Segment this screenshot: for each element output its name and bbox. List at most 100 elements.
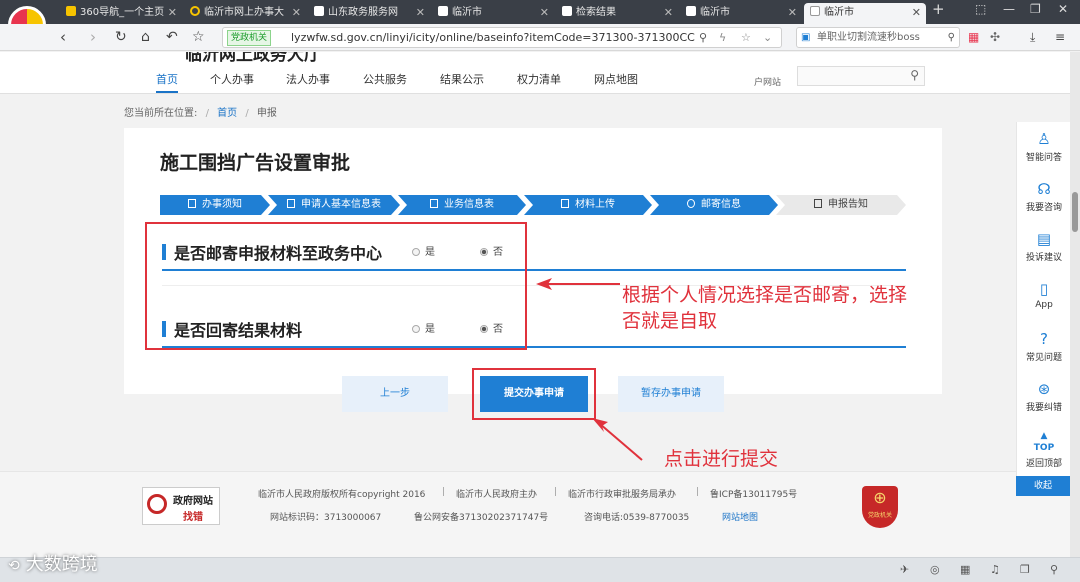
apps-icon[interactable]: ▦ xyxy=(968,28,979,46)
account-hint[interactable]: 户网站 xyxy=(754,75,781,88)
sound-icon[interactable]: ♫ xyxy=(990,563,1000,576)
speed-icon[interactable]: ◎ xyxy=(930,563,940,576)
undo-close-icon[interactable]: ↶ xyxy=(166,28,178,46)
window-icon[interactable]: ❐ xyxy=(1020,563,1030,576)
submit-application-button[interactable]: 提交办事申请 xyxy=(480,376,588,412)
tab-search-results[interactable]: 检索结果 ✕ xyxy=(556,3,678,24)
step-declaration[interactable]: 申报告知 xyxy=(776,195,906,215)
site-title[interactable]: 临沂网上政务大厅 xyxy=(185,52,321,65)
close-icon[interactable]: ✕ xyxy=(788,3,797,23)
sidebar-correction[interactable]: ⊛ 我要纠错 xyxy=(1017,380,1070,413)
icp-text[interactable]: 鲁ICP备13011795号 xyxy=(710,487,797,500)
grid-icon[interactable]: ▦ xyxy=(960,563,970,576)
browser-search-box[interactable]: ▣ 单职业切割流速秒boss ⚲ xyxy=(796,27,960,48)
step-label: 业务信息表 xyxy=(444,199,494,210)
site-search-input[interactable]: ⚲ xyxy=(797,66,925,86)
sidebar-faq[interactable]: ? 常见问题 xyxy=(1017,330,1070,363)
sidebar-app[interactable]: ▯ App xyxy=(1017,280,1070,310)
sidebar-complaint[interactable]: ▤ 投诉建议 xyxy=(1017,230,1070,263)
close-icon[interactable]: ✕ xyxy=(540,3,549,23)
close-icon[interactable]: ✕ xyxy=(292,3,301,23)
sidebar-collapse-button[interactable]: 收起 xyxy=(1016,476,1070,496)
close-icon[interactable]: ✕ xyxy=(664,3,673,23)
home-icon[interactable]: ⌂ xyxy=(141,28,150,46)
download-icon[interactable]: ⤓ xyxy=(1030,28,1035,46)
close-icon[interactable]: ✕ xyxy=(168,3,177,23)
url-text[interactable]: lyzwfw.sd.gov.cn/linyi/icity/online/base… xyxy=(291,28,695,47)
magnifier-icon xyxy=(147,494,167,514)
browser-status-bar: ✈ ◎ ▦ ♫ ❐ ⚲ xyxy=(0,557,1080,582)
shirt-icon[interactable]: ⬚ xyxy=(975,2,986,16)
tab-linyi-service[interactable]: 临沂市网上办事大 ✕ xyxy=(184,3,306,24)
badge-text: 政府网站 xyxy=(173,496,213,507)
new-tab-icon[interactable]: + xyxy=(932,0,945,18)
tab-label: 临沂市网上办事大 xyxy=(204,7,284,18)
search-icon[interactable]: ⚲ xyxy=(910,68,919,82)
step-notice[interactable]: 办事须知 xyxy=(160,195,270,215)
tab-label: 临沂市 xyxy=(824,7,854,18)
bookmark-star-icon[interactable]: ☆ xyxy=(192,28,205,46)
page-scrollbar[interactable] xyxy=(1070,52,1080,557)
accelerate-icon[interactable]: ✈ xyxy=(900,563,909,576)
nav-home[interactable]: 首页 xyxy=(156,71,178,93)
form-icon xyxy=(430,199,438,208)
sidebar-back-to-top[interactable]: ▲ TOP 返回顶部 xyxy=(1017,430,1070,469)
nav-map[interactable]: 网点地图 xyxy=(594,71,638,87)
sidebar-consult[interactable]: ☊ 我要咨询 xyxy=(1017,180,1070,213)
zoom-icon[interactable]: ⚲ xyxy=(699,28,707,47)
sidebar-smart-qa[interactable]: ♙ 智能问答 xyxy=(1017,130,1070,163)
step-mail-info[interactable]: 邮寄信息 xyxy=(650,195,778,215)
question-icon: ? xyxy=(1040,330,1048,348)
page-viewport: 临沂网上政务大厅 首页 个人办事 法人办事 公共服务 结果公示 权力清单 网点地… xyxy=(0,52,1070,557)
save-draft-button[interactable]: 暂存办事申请 xyxy=(618,376,724,412)
dropdown-icon[interactable]: ⌄ xyxy=(763,28,772,47)
sitemap-link[interactable]: 网站地图 xyxy=(722,510,758,523)
close-icon[interactable]: ✕ xyxy=(912,3,921,23)
nav-power-list[interactable]: 权力清单 xyxy=(517,71,561,87)
close-icon[interactable]: ✕ xyxy=(416,3,425,23)
sidebar-label: 我要咨询 xyxy=(1025,203,1062,213)
gov-site-error-badge[interactable]: 政府网站 找错 xyxy=(142,487,220,525)
tab-shandong[interactable]: 山东政务服务网 ✕ xyxy=(308,3,430,24)
nav-personal[interactable]: 个人办事 xyxy=(210,71,254,87)
robot-icon: ♙ xyxy=(1037,130,1051,148)
nav-corporate[interactable]: 法人办事 xyxy=(286,71,330,87)
forward-icon[interactable]: › xyxy=(90,28,96,46)
prev-step-button[interactable]: 上一步 xyxy=(342,376,448,412)
step-applicant-info[interactable]: 申请人基本信息表 xyxy=(268,195,400,215)
mail-icon xyxy=(687,199,695,208)
separator: | xyxy=(696,487,700,497)
tab-linyi-1[interactable]: 临沂市 ✕ xyxy=(432,3,554,24)
police-record-text[interactable]: 鲁公网安备37130202371747号 xyxy=(414,510,548,523)
nav-results[interactable]: 结果公示 xyxy=(440,71,484,87)
menu-icon[interactable]: ≡ xyxy=(1055,28,1065,46)
minimize-icon[interactable]: — xyxy=(1003,2,1015,16)
tab-label: 临沂市 xyxy=(452,7,482,18)
tab-linyi-2[interactable]: 临沂市 ✕ xyxy=(680,3,802,24)
step-progress: 办事须知 申请人基本信息表 业务信息表 材料上传 邮寄信息 申报告知 xyxy=(160,195,908,215)
step-material-upload[interactable]: 材料上传 xyxy=(524,195,652,215)
address-bar[interactable]: 党政机关 lyzwfw.sd.gov.cn/linyi/icity/online… xyxy=(222,27,782,48)
party-gov-emblem[interactable]: ⊕ 党政机关 xyxy=(862,486,898,528)
search-icon[interactable]: ⚲ xyxy=(1050,563,1058,576)
separator: | xyxy=(442,487,446,497)
scrollbar-thumb[interactable] xyxy=(1072,192,1078,232)
breadcrumb-home[interactable]: 首页 xyxy=(217,108,237,119)
nav-public-service[interactable]: 公共服务 xyxy=(363,71,407,87)
extension-icon[interactable]: ✣ xyxy=(990,28,1000,46)
close-window-icon[interactable]: ✕ xyxy=(1058,2,1068,16)
sidebar-label: 返回顶部 xyxy=(1025,459,1062,469)
favorite-icon[interactable]: ☆ xyxy=(741,28,751,47)
back-icon[interactable]: ‹ xyxy=(60,28,66,46)
reload-icon[interactable]: ↻ xyxy=(115,28,127,46)
search-icon[interactable]: ⚲ xyxy=(948,28,955,47)
page-title: 施工围挡广告设置审批 xyxy=(160,152,351,174)
step-business-info[interactable]: 业务信息表 xyxy=(398,195,526,215)
restore-icon[interactable]: ❐ xyxy=(1030,2,1041,16)
tab-linyi-active[interactable]: 临沂市 ✕ xyxy=(804,3,926,24)
upload-icon xyxy=(561,199,569,208)
tab-360-nav[interactable]: 360导航_一个主页 ✕ xyxy=(60,3,182,24)
phone-text: 咨询电话:0539-8770035 xyxy=(584,513,690,523)
sidebar-label: 我要纠错 xyxy=(1025,403,1062,413)
lightning-icon[interactable]: ϟ xyxy=(719,28,726,47)
